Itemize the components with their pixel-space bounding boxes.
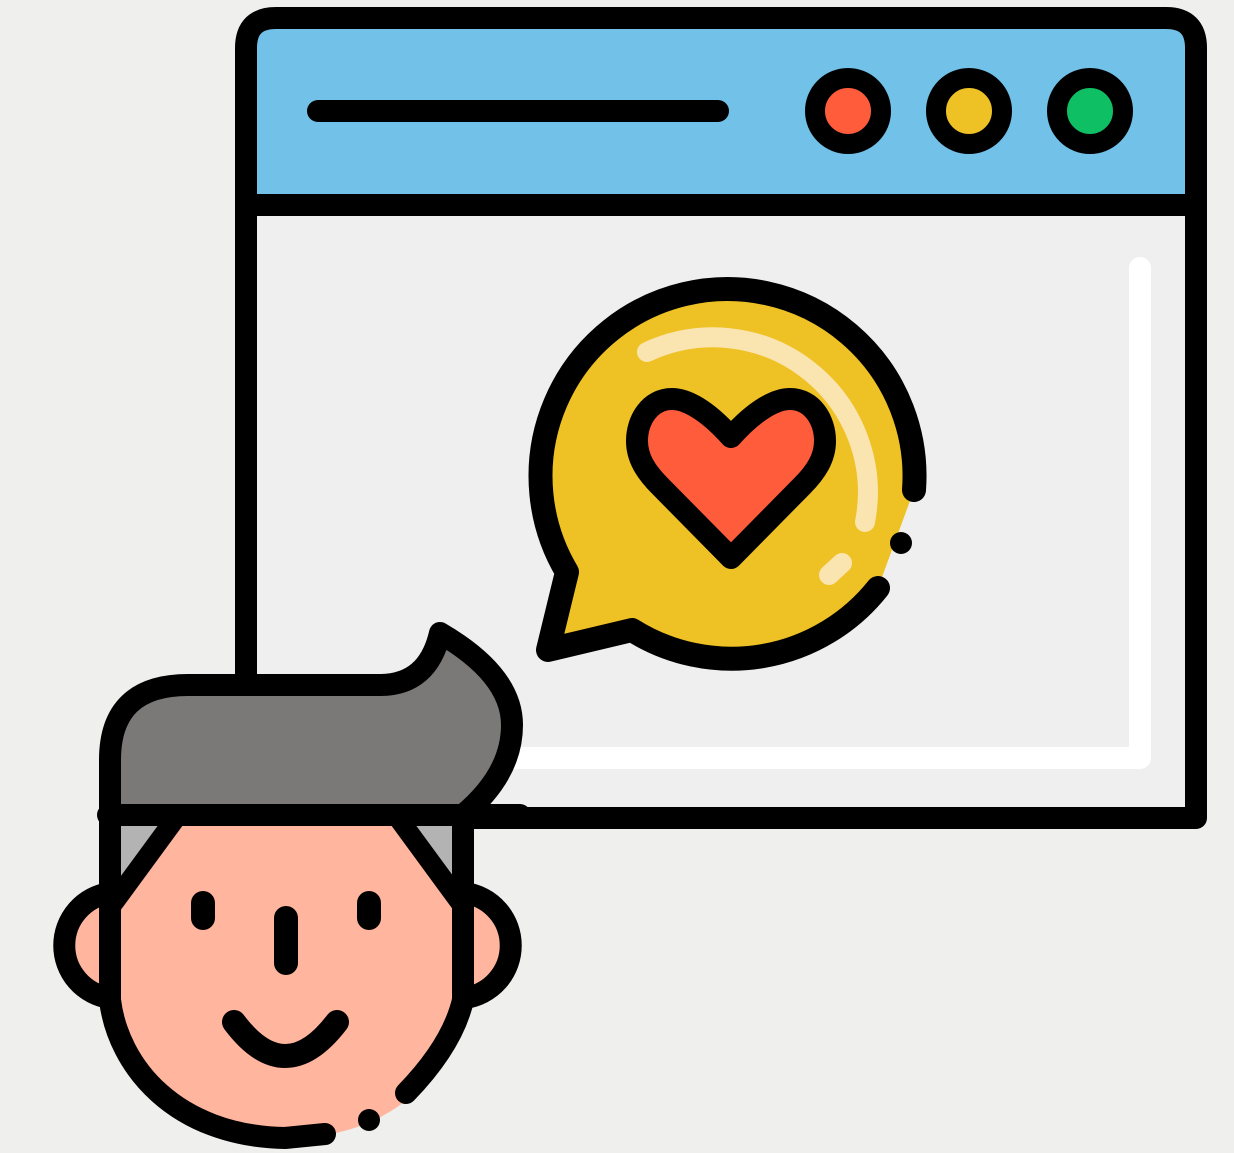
bubble-gap-dot — [890, 532, 912, 554]
minimize-dot-icon — [926, 68, 1012, 154]
person-avatar-icon — [53, 622, 531, 1149]
bubble-shine-small — [819, 553, 852, 585]
illustration-canvas — [0, 0, 1234, 1153]
face-gap-dot — [358, 1109, 380, 1131]
close-dot-icon — [805, 68, 891, 154]
feedback-illustration — [53, 7, 1207, 1149]
maximize-dot-icon — [1047, 68, 1133, 154]
speech-bubble-icon — [528, 277, 927, 671]
